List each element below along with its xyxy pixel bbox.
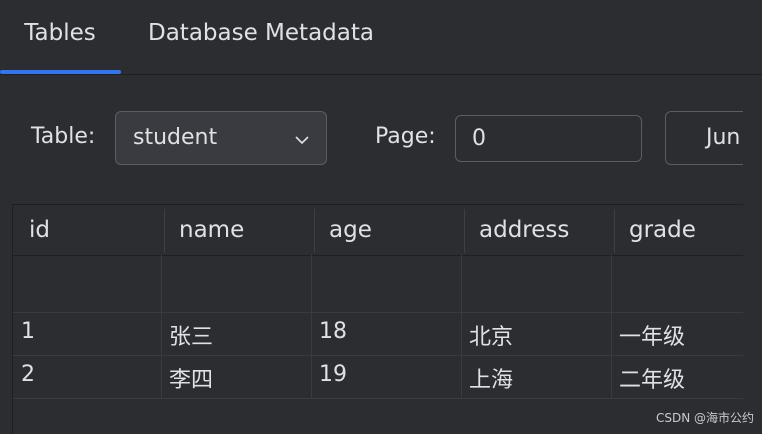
column-separator[interactable]	[314, 209, 315, 253]
data-table[interactable]: id name age address grade 1 张三 18 北京 一年级…	[12, 204, 743, 434]
watermark: CSDN @海市公约	[655, 411, 754, 425]
cell-age[interactable]: 18	[319, 319, 347, 344]
toolbar-clip	[743, 100, 762, 434]
table-label: Table:	[31, 124, 96, 149]
cell-address[interactable]: 上海	[469, 362, 513, 394]
column-separator[interactable]	[464, 209, 465, 253]
jump-button-label: Jun	[706, 125, 741, 150]
cell-age[interactable]: 19	[319, 362, 347, 387]
column-header-address[interactable]: address	[479, 205, 569, 255]
column-header-grade[interactable]: grade	[629, 205, 696, 255]
table-select[interactable]: student	[115, 111, 327, 165]
table-row[interactable]	[13, 256, 743, 313]
table-row[interactable]: 2 李四 19 上海 二年级	[13, 356, 743, 399]
cell-name[interactable]: 李四	[169, 362, 213, 394]
cell-name[interactable]: 张三	[169, 319, 213, 351]
tab-tables[interactable]: Tables	[0, 0, 120, 72]
tab-bar: Tables Database Metadata	[0, 0, 762, 75]
cell-grade[interactable]: 二年级	[619, 362, 685, 394]
column-separator[interactable]	[614, 209, 615, 253]
page-input[interactable]	[455, 115, 642, 162]
table-row[interactable]: 1 张三 18 北京 一年级	[13, 313, 743, 356]
column-header-id[interactable]: id	[29, 205, 50, 255]
cell-address[interactable]: 北京	[469, 319, 513, 351]
table-select-value: student	[133, 125, 218, 150]
table-header: id name age address grade	[13, 205, 743, 256]
tab-database-metadata[interactable]: Database Metadata	[148, 0, 374, 72]
column-header-name[interactable]: name	[179, 205, 244, 255]
page-label: Page:	[375, 124, 436, 149]
chevron-down-icon	[295, 136, 309, 145]
column-separator[interactable]	[164, 209, 165, 253]
cell-grade[interactable]: 一年级	[619, 319, 685, 351]
cell-id[interactable]: 1	[21, 319, 35, 344]
column-header-age[interactable]: age	[329, 205, 372, 255]
cell-id[interactable]: 2	[21, 362, 35, 387]
active-tab-indicator	[0, 70, 121, 74]
